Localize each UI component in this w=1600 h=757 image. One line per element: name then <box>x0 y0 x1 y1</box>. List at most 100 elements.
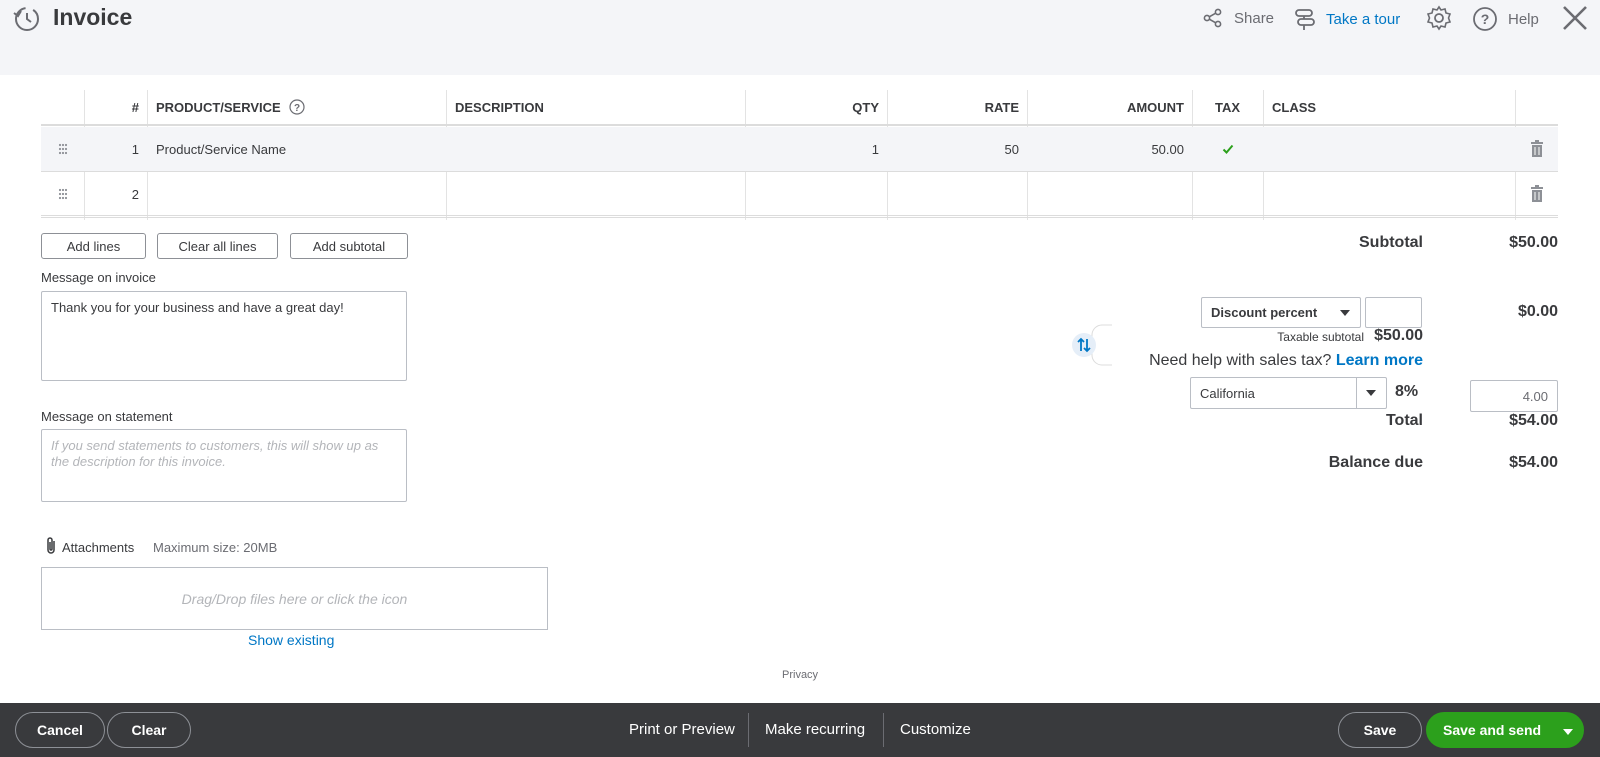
tax-checkbox[interactable] <box>1192 127 1263 171</box>
message-on-invoice-label: Message on invoice <box>41 270 156 285</box>
attachments-label: Attachments <box>62 540 135 555</box>
product-service-cell[interactable] <box>156 173 436 215</box>
description-cell[interactable] <box>455 173 735 215</box>
attachments-max-size: Maximum size: 20MB <box>153 540 278 555</box>
rate-cell[interactable] <box>887 173 1019 215</box>
add-lines-button[interactable]: Add lines <box>41 233 146 259</box>
tax-rate: 8% <box>1395 383 1419 400</box>
class-cell[interactable] <box>1272 127 1502 171</box>
caret-down-icon[interactable] <box>1563 729 1573 735</box>
settings-gear-icon[interactable] <box>1426 5 1452 31</box>
balance-due-value: $54.00 <box>1509 454 1558 471</box>
line-number: 1 <box>131 141 139 157</box>
attachments-drop-zone[interactable]: Drag/Drop files here or click the icon <box>41 567 548 630</box>
class-cell[interactable] <box>1272 173 1502 215</box>
page-title: Invoice <box>53 4 133 30</box>
total-value: $54.00 <box>1509 412 1558 429</box>
customize-link[interactable]: Customize <box>900 721 971 738</box>
amount-cell[interactable] <box>1027 173 1184 215</box>
discount-value-input[interactable] <box>1365 297 1422 328</box>
amount-cell[interactable]: 50.00 <box>1027 127 1184 171</box>
take-a-tour-label: Take a tour <box>1326 10 1401 28</box>
clear-all-lines-button[interactable]: Clear all lines <box>157 233 278 259</box>
share-label: Share <box>1234 9 1275 27</box>
discount-amount: $0.00 <box>1517 303 1558 320</box>
column-header-product-label: PRODUCT/SERVICE <box>156 99 281 115</box>
share-button[interactable]: Share <box>1202 7 1274 29</box>
discount-type-select[interactable]: Discount percent <box>1201 297 1361 328</box>
page-header: Invoice Share Take a tour ? Help <box>0 0 1600 75</box>
help-question-icon[interactable]: ? <box>289 99 305 115</box>
help-question-icon: ? <box>1473 7 1497 31</box>
clear-button[interactable]: Clear <box>107 712 191 748</box>
discount-type-value: Discount percent <box>1211 305 1318 320</box>
take-a-tour-button[interactable]: Take a tour <box>1294 7 1400 31</box>
column-header-description: DESCRIPTION <box>455 99 544 115</box>
tax-region-select[interactable]: California <box>1190 377 1387 409</box>
delete-row-button[interactable] <box>1515 173 1558 215</box>
trash-icon <box>1530 140 1543 157</box>
footer-bar: Cancel Clear Print or Preview Make recur… <box>0 703 1600 757</box>
description-cell[interactable] <box>455 127 735 171</box>
save-and-send-button[interactable]: Save and send <box>1426 712 1584 748</box>
checkmark-icon <box>1222 144 1233 154</box>
select-divider <box>1356 378 1357 408</box>
taxable-subtotal-value: $50.00 <box>1374 327 1423 344</box>
subtotal-value: $50.00 <box>1509 234 1558 251</box>
help-button[interactable]: ? Help <box>1472 6 1539 32</box>
cancel-button[interactable]: Cancel <box>15 712 105 748</box>
column-header-product: PRODUCT/SERVICE ? <box>156 90 306 124</box>
close-icon[interactable] <box>1560 3 1590 33</box>
drag-handle[interactable] <box>41 173 84 215</box>
svg-text:?: ? <box>294 103 300 114</box>
sales-tax-help-text: Need help with sales tax? <box>1149 352 1332 369</box>
tax-checkbox[interactable] <box>1192 173 1263 215</box>
share-icon <box>1203 8 1222 28</box>
total-label: Total <box>1385 412 1423 429</box>
column-header-qty: QTY <box>852 99 879 115</box>
footer-divider <box>748 713 749 747</box>
qty-cell[interactable] <box>745 173 879 215</box>
rate-cell[interactable]: 50 <box>887 127 1019 171</box>
column-header-number: # <box>131 99 139 115</box>
footer-divider <box>883 713 884 747</box>
save-and-send-label: Save and send <box>1443 722 1542 738</box>
sales-tax-swap-icon[interactable] <box>1072 324 1114 366</box>
message-on-statement-input[interactable]: If you send statements to customers, thi… <box>41 429 407 502</box>
trash-icon <box>1530 185 1543 202</box>
make-recurring-link[interactable]: Make recurring <box>765 721 865 738</box>
learn-more-link[interactable]: Learn more <box>1336 352 1423 369</box>
paperclip-icon[interactable] <box>44 536 58 556</box>
table-header-row: # PRODUCT/SERVICE ? DESCRIPTION QTY RATE… <box>41 90 1558 126</box>
message-on-invoice-input[interactable]: Thank you for your business and have a g… <box>41 291 407 381</box>
product-service-cell[interactable]: Product/Service Name <box>156 127 436 171</box>
drag-handle[interactable] <box>41 127 84 171</box>
qty-cell[interactable]: 1 <box>745 127 879 171</box>
subtotal-label: Subtotal <box>1359 234 1423 251</box>
table-row[interactable]: 2 <box>41 173 1558 218</box>
caret-down-icon <box>1366 390 1376 396</box>
add-subtotal-button[interactable]: Add subtotal <box>290 233 408 259</box>
drag-grip-icon <box>58 188 67 200</box>
sales-tax-help: Need help with sales tax? Learn more <box>1124 352 1423 370</box>
column-header-class: CLASS <box>1272 99 1317 115</box>
recent-transactions-icon[interactable] <box>12 4 42 34</box>
caret-down-icon <box>1340 309 1350 316</box>
drag-grip-icon <box>58 143 67 155</box>
delete-row-button[interactable] <box>1515 127 1558 171</box>
line-number: 2 <box>131 186 139 202</box>
column-header-amount: AMOUNT <box>1126 99 1184 115</box>
balance-due-label: Balance due <box>1328 454 1423 471</box>
print-or-preview-link[interactable]: Print or Preview <box>629 721 735 738</box>
tax-region-value: California <box>1200 385 1255 401</box>
svg-text:?: ? <box>1481 11 1490 27</box>
tax-amount-input[interactable]: 4.00 <box>1470 380 1558 412</box>
message-on-statement-label: Message on statement <box>41 409 173 424</box>
column-header-rate: RATE <box>984 99 1019 115</box>
privacy-link[interactable]: Privacy <box>782 669 818 681</box>
show-existing-link[interactable]: Show existing <box>248 632 334 648</box>
save-button[interactable]: Save <box>1338 712 1422 748</box>
help-label: Help <box>1508 10 1539 28</box>
taxable-subtotal-label: Taxable subtotal <box>1277 330 1364 344</box>
table-row[interactable]: 1 Product/Service Name 1 50 50.00 <box>41 127 1558 172</box>
